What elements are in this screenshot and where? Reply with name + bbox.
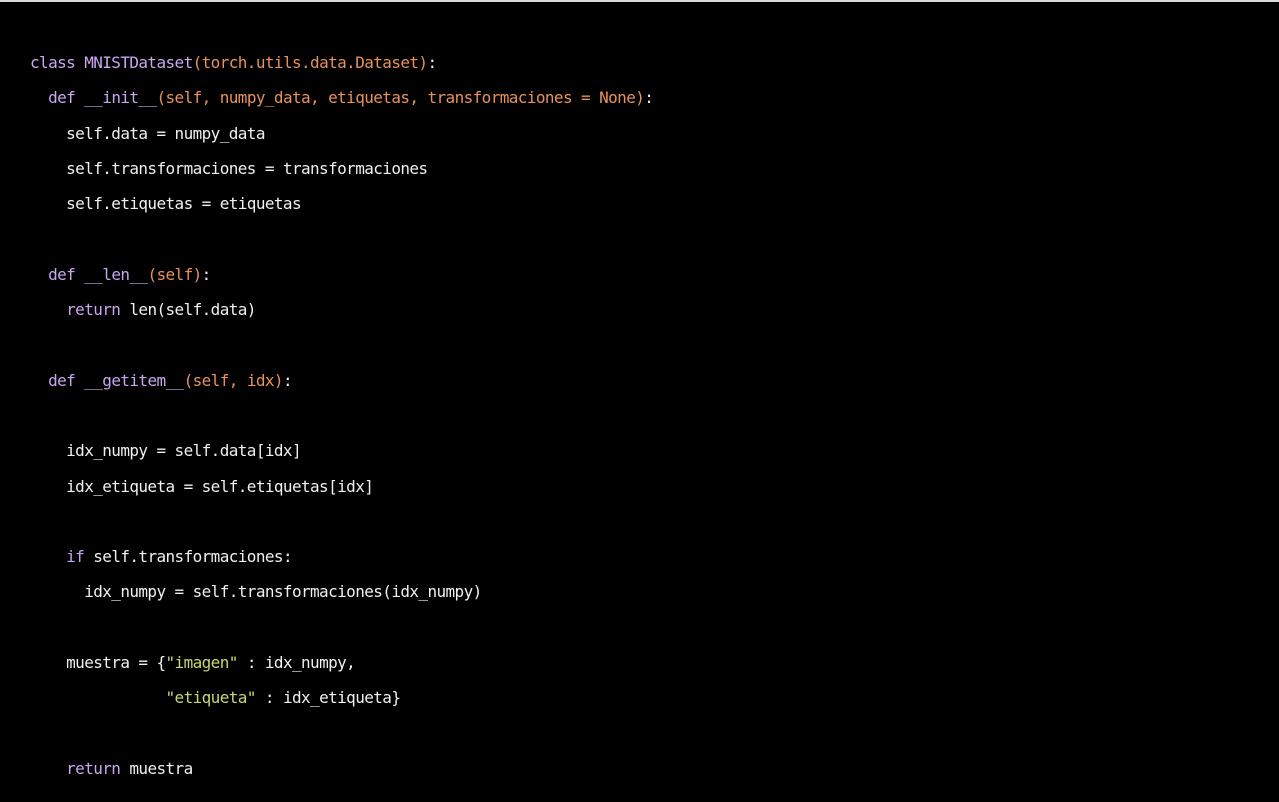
- code-line: def __init__(self, numpy_data, etiquetas…: [30, 80, 654, 115]
- code-screenshot: class MNISTDataset(torch.utils.data.Data…: [0, 0, 1279, 802]
- code-token: self.transformaciones = transformaciones: [66, 158, 428, 178]
- code-token: def: [48, 264, 85, 284]
- code-line: idx_etiqueta = self.etiquetas[idx]: [30, 469, 653, 504]
- code-token: (self, numpy_data, etiquetas, transforma…: [156, 88, 645, 108]
- code-line: class MNISTDataset(torch.utils.data.Data…: [30, 45, 653, 80]
- code-token: (self, idx): [183, 370, 284, 390]
- code-token: return: [66, 758, 130, 778]
- code-line: def __getitem__(self, idx):: [30, 363, 653, 398]
- code-line: "etiqueta" : idx_etiqueta}: [30, 680, 653, 715]
- code-line: return len(self.data): [30, 292, 653, 327]
- code-token: __init__: [84, 88, 157, 108]
- code-token: : idx_numpy,: [237, 653, 356, 673]
- code-line: self.data = numpy_data: [30, 116, 653, 151]
- code-token: class: [30, 53, 85, 72]
- code-token: __getitem__: [84, 370, 184, 390]
- code-token: __len__: [84, 264, 148, 284]
- code-token: idx_numpy = self.transformaciones(idx_nu…: [84, 582, 482, 602]
- code-token: def: [48, 370, 85, 390]
- code-block: class MNISTDataset(torch.utils.data.Data…: [30, 45, 654, 786]
- code-token: if: [66, 547, 94, 567]
- code-line: if self.transformaciones:: [30, 539, 653, 574]
- code-line: idx_numpy = self.transformaciones(idx_nu…: [30, 574, 653, 609]
- code-token: (torch.utils.data.Dataset): [192, 53, 428, 72]
- code-token: "etiqueta": [165, 688, 257, 708]
- code-token: MNISTDataset: [84, 53, 193, 72]
- code-token: (self): [147, 264, 202, 284]
- code-line: return muestra: [30, 751, 653, 786]
- code-token: :: [201, 264, 212, 284]
- code-line: self.transformaciones = transformaciones: [30, 151, 653, 186]
- code-token: self.transformaciones:: [93, 547, 292, 567]
- code-token: :: [427, 53, 437, 72]
- code-token: :: [644, 88, 654, 108]
- code-token: idx_numpy = self.data[idx]: [66, 441, 301, 461]
- code-token: : idx_etiqueta}: [255, 688, 401, 708]
- code-token: return: [66, 300, 130, 320]
- code-token: idx_etiqueta = self.etiquetas[idx]: [66, 476, 374, 496]
- code-token: len(self.data): [129, 300, 256, 320]
- code-line: muestra = {"imagen" : idx_numpy,: [30, 645, 653, 680]
- code-line: def __len__(self):: [30, 257, 653, 292]
- code-line: idx_numpy = self.data[idx]: [30, 433, 653, 468]
- code-token: :: [282, 370, 293, 390]
- code-token: self.data = numpy_data: [66, 123, 265, 143]
- code-token: muestra: [129, 758, 193, 778]
- code-line: self.etiquetas = etiquetas: [30, 186, 653, 221]
- code-token: "imagen": [165, 653, 239, 673]
- code-token: def: [48, 88, 85, 108]
- code-token: muestra = {: [66, 653, 166, 673]
- code-token: self.etiquetas = etiquetas: [66, 194, 301, 214]
